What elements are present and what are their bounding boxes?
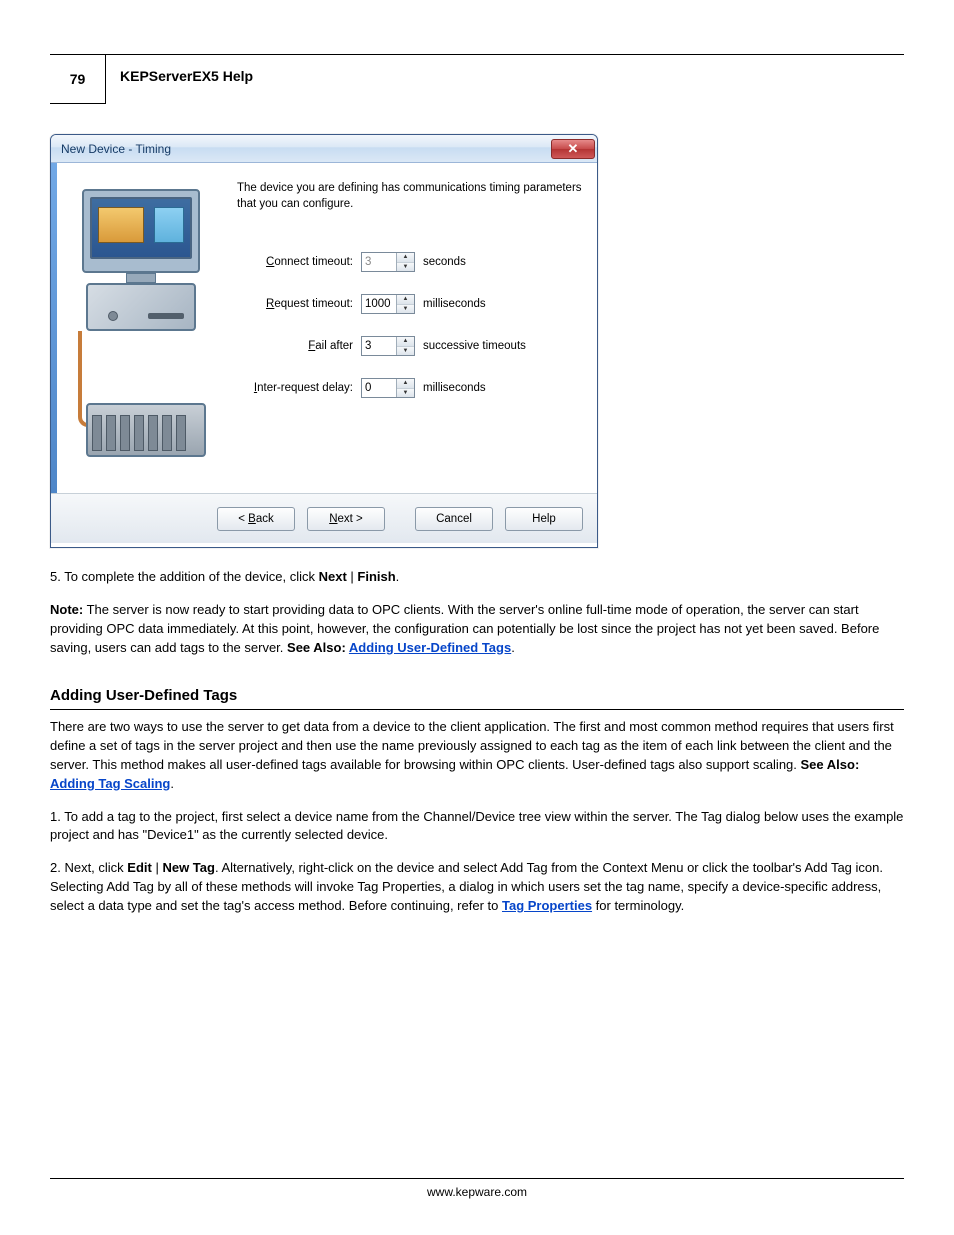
page-number: 79 bbox=[50, 54, 106, 104]
chevron-up-icon[interactable]: ▲ bbox=[397, 379, 414, 389]
unit-label: successive timeouts bbox=[415, 340, 526, 352]
para-step1: 1. To add a tag to the project, first se… bbox=[50, 808, 904, 846]
row-connect-timeout: Connect timeout: ▲▼ seconds bbox=[237, 252, 583, 272]
inter-request-delay-input[interactable] bbox=[362, 379, 396, 397]
row-fail-after: Fail after ▲▼ successive timeouts bbox=[237, 336, 583, 356]
link-tag-properties[interactable]: Tag Properties bbox=[502, 898, 592, 913]
cancel-button[interactable]: Cancel bbox=[415, 507, 493, 531]
fail-after-input[interactable] bbox=[362, 337, 396, 355]
connect-timeout-input[interactable] bbox=[362, 253, 396, 271]
intro-text: The device you are defining has communic… bbox=[237, 181, 583, 212]
document-body: 5. To complete the addition of the devic… bbox=[50, 568, 904, 916]
wizard-graphic bbox=[57, 163, 233, 493]
row-inter-request-delay: Inter-request delay: ▲▼ milliseconds bbox=[237, 378, 583, 398]
next-button[interactable]: Next > bbox=[307, 507, 385, 531]
dialog-new-device-timing: New Device - Timing ✕ bbox=[50, 134, 598, 548]
page-footer: www.kepware.com bbox=[50, 1178, 904, 1199]
back-button[interactable]: < Back bbox=[217, 507, 295, 531]
spinner-buttons[interactable]: ▲▼ bbox=[396, 337, 414, 355]
step-5: 5. To complete the addition of the devic… bbox=[50, 568, 904, 587]
chevron-up-icon[interactable]: ▲ bbox=[397, 253, 414, 263]
footer-url: www.kepware.com bbox=[427, 1185, 527, 1199]
help-button[interactable]: Help bbox=[505, 507, 583, 531]
doc-title: KEPServerEX5 Help bbox=[120, 68, 253, 84]
titlebar[interactable]: New Device - Timing ✕ bbox=[51, 135, 597, 163]
spinner-buttons[interactable]: ▲▼ bbox=[396, 295, 414, 313]
unit-label: milliseconds bbox=[415, 382, 486, 394]
request-timeout-input[interactable] bbox=[362, 295, 396, 313]
chevron-down-icon[interactable]: ▼ bbox=[397, 347, 414, 356]
chevron-up-icon[interactable]: ▲ bbox=[397, 295, 414, 305]
chevron-down-icon[interactable]: ▼ bbox=[397, 389, 414, 398]
row-request-timeout: Request timeout: ▲▼ milliseconds bbox=[237, 294, 583, 314]
label-request-timeout: Request timeout: bbox=[237, 298, 361, 310]
para-step2: 2. Next, click Edit | New Tag. Alternati… bbox=[50, 859, 904, 916]
chevron-up-icon[interactable]: ▲ bbox=[397, 337, 414, 347]
label-inter-request-delay: Inter-request delay: bbox=[237, 382, 361, 394]
window-title: New Device - Timing bbox=[61, 142, 171, 156]
spinner-buttons[interactable]: ▲▼ bbox=[396, 379, 414, 397]
link-adding-user-defined-tags[interactable]: Adding User-Defined Tags bbox=[349, 640, 511, 655]
doc-header: 79 KEPServerEX5 Help bbox=[50, 54, 904, 104]
para-intro: There are two ways to use the server to … bbox=[50, 718, 904, 793]
spinner-buttons[interactable]: ▲▼ bbox=[396, 253, 414, 271]
label-connect-timeout: Connect timeout: bbox=[237, 256, 361, 268]
section-heading: Adding User-Defined Tags bbox=[50, 685, 904, 710]
unit-label: milliseconds bbox=[415, 298, 486, 310]
chevron-down-icon[interactable]: ▼ bbox=[397, 305, 414, 314]
label-fail-after: Fail after bbox=[237, 340, 361, 352]
chevron-down-icon[interactable]: ▼ bbox=[397, 263, 414, 272]
unit-label: seconds bbox=[415, 256, 466, 268]
close-icon[interactable]: ✕ bbox=[551, 139, 595, 159]
note-paragraph: Note: The server is now ready to start p… bbox=[50, 601, 904, 658]
link-adding-tag-scaling[interactable]: Adding Tag Scaling bbox=[50, 776, 170, 791]
